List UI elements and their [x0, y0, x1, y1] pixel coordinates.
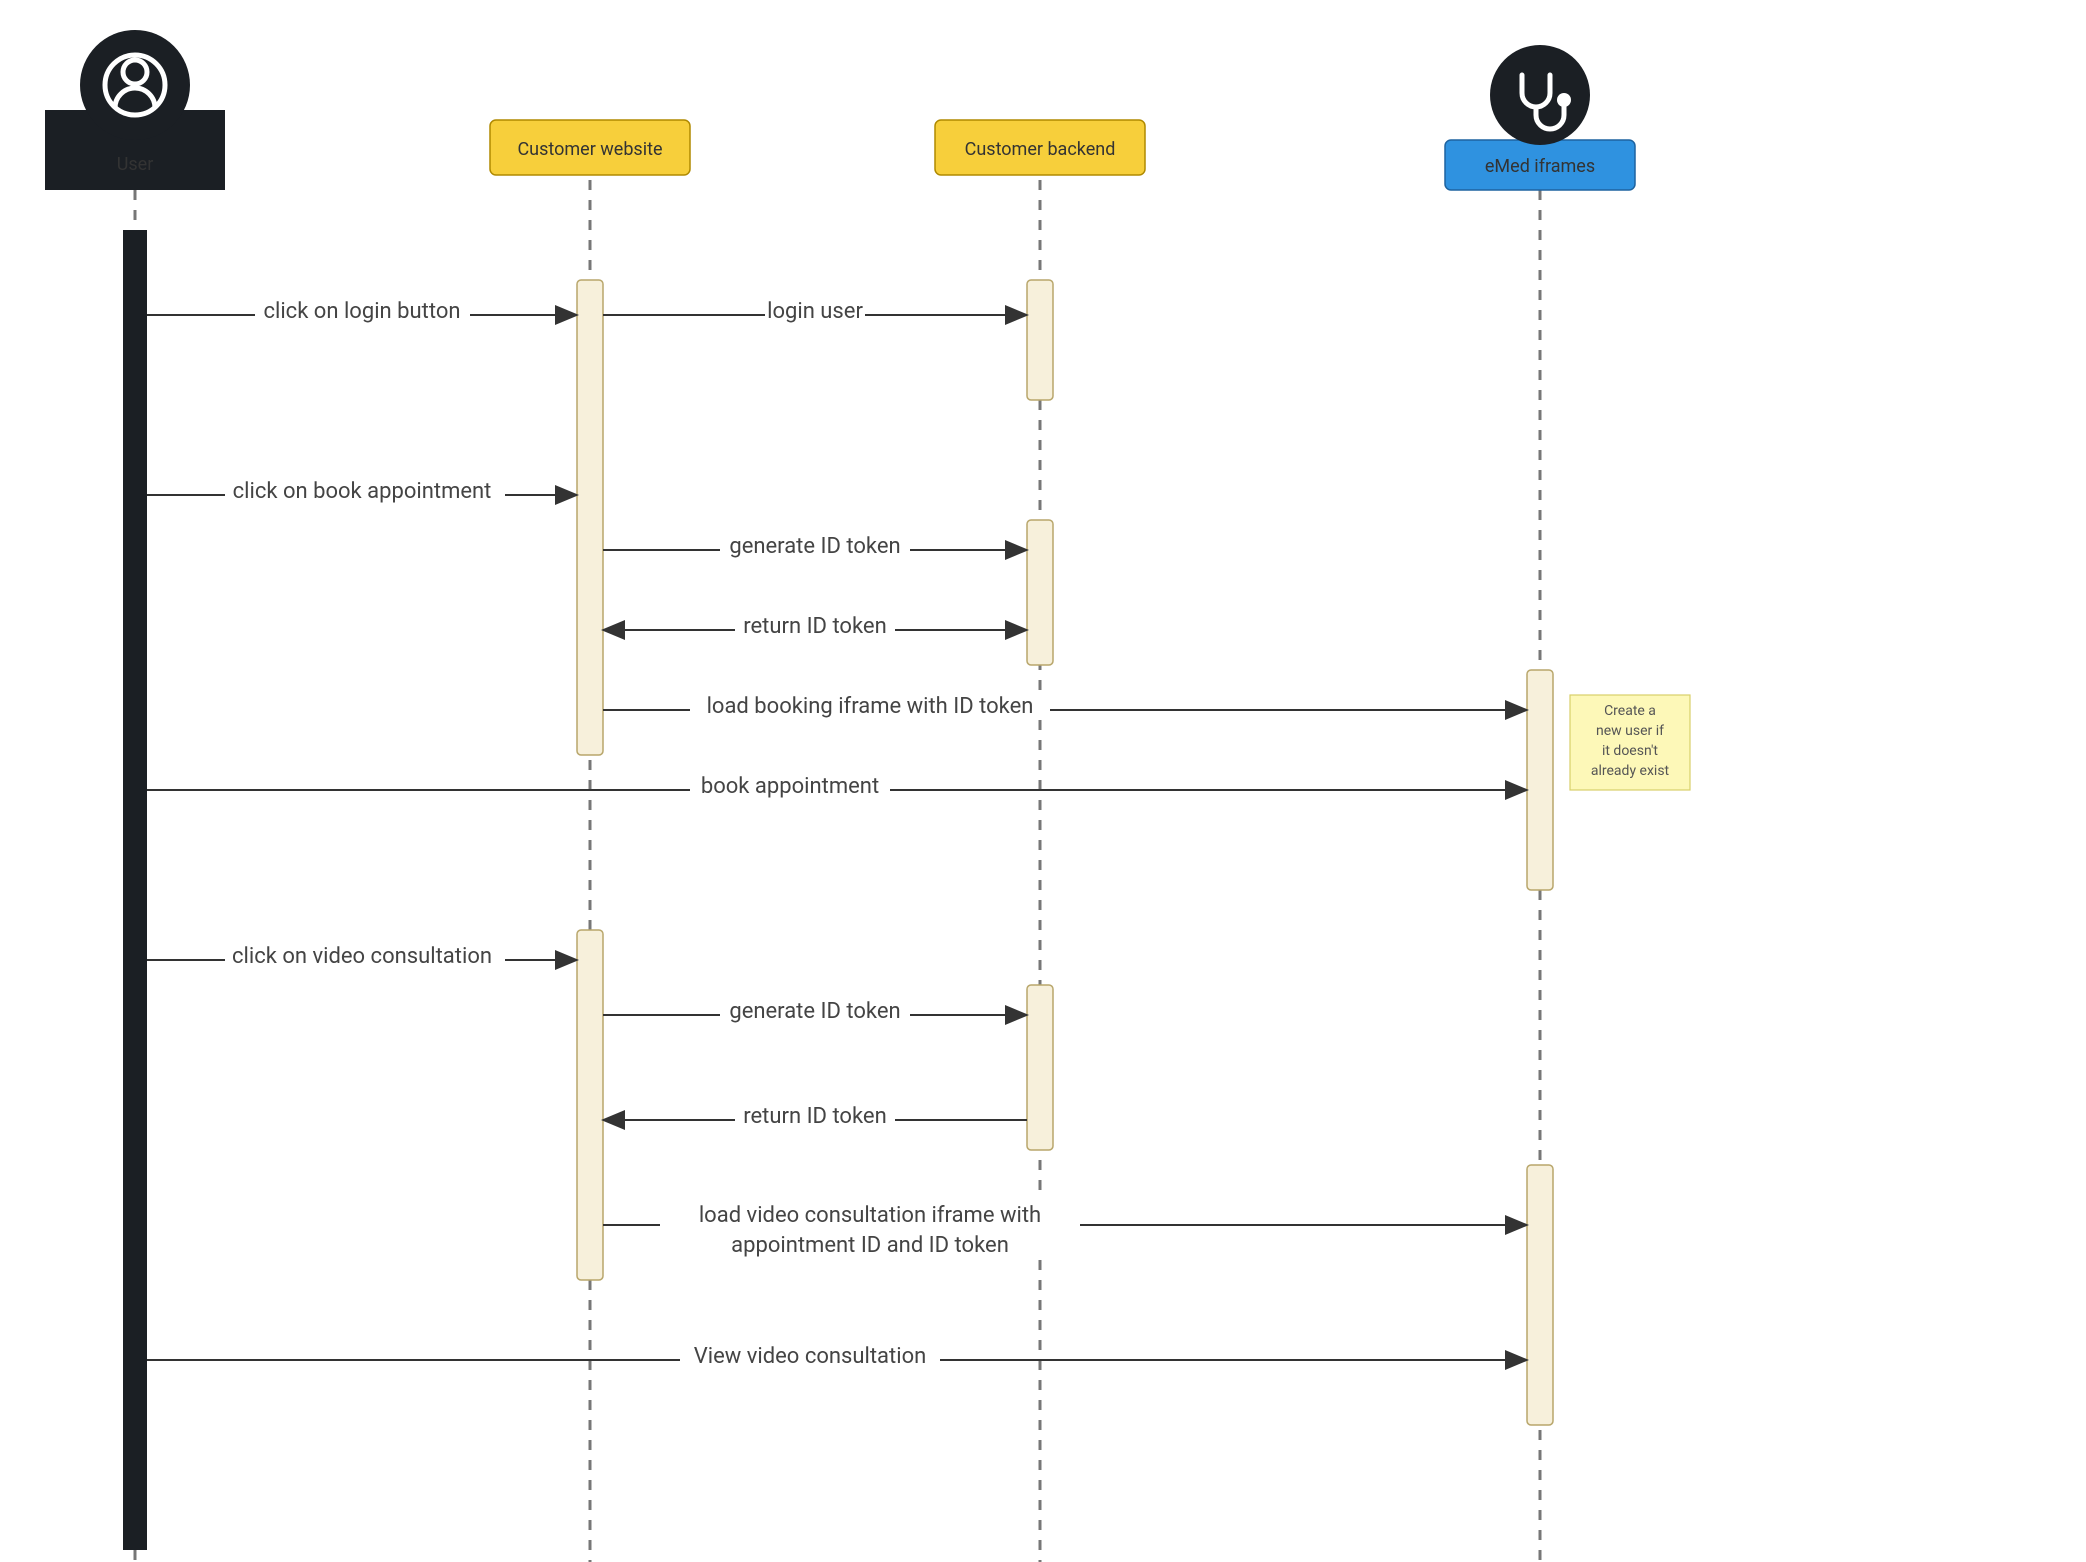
message-label-line2: appointment ID and ID token: [731, 1233, 1009, 1258]
participant-user: User: [45, 30, 225, 1562]
message-label: click on book appointment: [233, 479, 492, 504]
sequence-diagram: User Customer website Customer backend e…: [0, 0, 2086, 1562]
message-view-video-consultation: View video consultation: [147, 1340, 1527, 1370]
note-line: it doesn't: [1602, 743, 1658, 759]
message-generate-token-2: generate ID token: [603, 995, 1027, 1025]
message-label: click on login button: [263, 299, 460, 324]
message-label: return ID token: [743, 614, 886, 639]
note-line: already exist: [1591, 763, 1670, 779]
message-click-book-appointment: click on book appointment: [147, 475, 577, 505]
message-label: generate ID token: [729, 534, 900, 559]
message-label-line1: load video consultation iframe with: [699, 1203, 1041, 1228]
message-label: login user: [767, 299, 863, 324]
message-book-appointment: book appointment: [147, 770, 1527, 800]
message-label: book appointment: [701, 774, 879, 799]
message-load-booking-iframe: load booking iframe with ID token: [603, 690, 1527, 720]
participant-website-label: Customer website: [517, 139, 662, 160]
message-click-video-consultation: click on video consultation: [147, 940, 577, 970]
message-click-login: click on login button: [147, 295, 577, 325]
note-line: Create a: [1604, 703, 1656, 719]
message-label: click on video consultation: [232, 944, 492, 969]
message-label: return ID token: [743, 1104, 886, 1129]
participant-user-label: User: [117, 154, 154, 175]
message-load-video-iframe: load video consultation iframe with appo…: [603, 1200, 1527, 1260]
activation-backend-1: [1027, 280, 1053, 400]
participant-emed: eMed iframes: [1445, 45, 1635, 1562]
activation-backend-3: [1027, 985, 1053, 1150]
participant-backend-label: Customer backend: [965, 139, 1116, 160]
participant-emed-label: eMed iframes: [1485, 156, 1595, 177]
participant-customer-backend: Customer backend: [935, 120, 1145, 1562]
note-line: new user if: [1596, 723, 1664, 739]
activation-emed-1: [1527, 670, 1553, 890]
activation-emed-2: [1527, 1165, 1553, 1425]
message-label: load booking iframe with ID token: [707, 694, 1034, 719]
activation-website-2: [577, 930, 603, 1280]
message-return-token-2: return ID token: [603, 1100, 1027, 1130]
message-label: View video consultation: [694, 1344, 927, 1369]
message-generate-token-1: generate ID token: [603, 530, 1027, 560]
activation-website-1: [577, 280, 603, 755]
activation-backend-2: [1027, 520, 1053, 665]
message-label: generate ID token: [729, 999, 900, 1024]
message-login-user: login user: [603, 295, 1027, 325]
participant-customer-website: Customer website: [490, 120, 690, 1562]
note-create-user: Create a new user if it doesn't already …: [1570, 695, 1690, 790]
message-return-token-1: return ID token: [603, 610, 1027, 640]
